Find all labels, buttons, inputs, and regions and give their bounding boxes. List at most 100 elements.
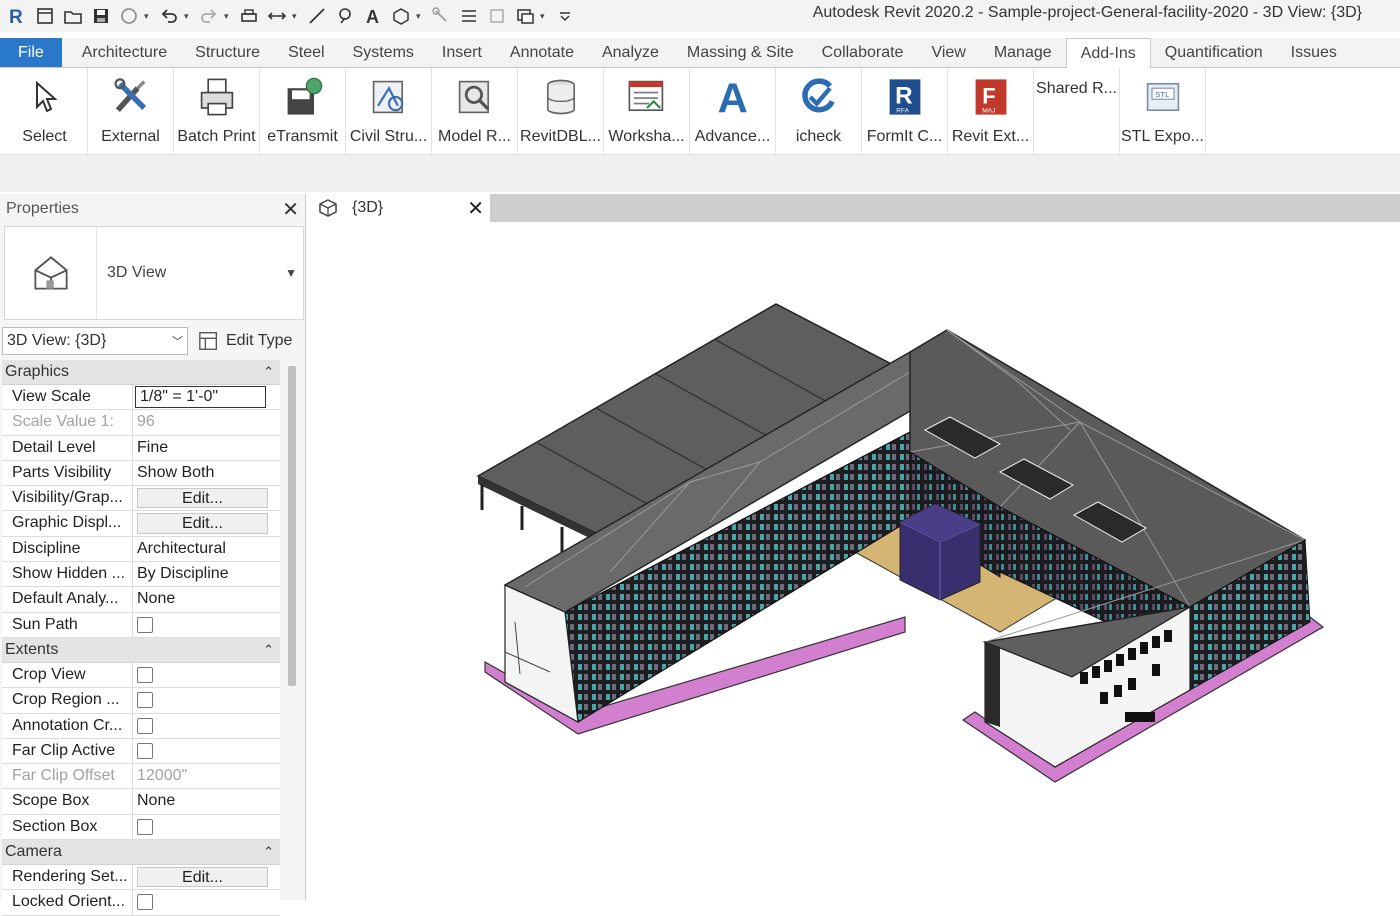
properties-section-graphics[interactable]: Graphics ⌃ [2, 360, 280, 385]
print-icon[interactable] [236, 3, 262, 29]
property-checkbox[interactable] [137, 894, 153, 911]
customize-qat-icon[interactable] [552, 3, 578, 29]
property-value[interactable]: Architectural [133, 537, 264, 561]
formit-icon: R RFA [882, 74, 928, 120]
properties-header: Properties ✕ [0, 194, 305, 224]
property-checkbox[interactable] [137, 666, 153, 683]
civil-structure-button[interactable]: Civil Stru... [346, 68, 432, 154]
ribbon-panel: Select External Batch Print eTransmit Ci… [0, 68, 1400, 154]
tab-steel[interactable]: Steel [274, 38, 338, 67]
tab-collaborate[interactable]: Collaborate [808, 38, 918, 67]
chevron-down-icon[interactable]: ▾ [144, 11, 154, 22]
tab-structure[interactable]: Structure [181, 38, 274, 67]
property-key: Crop View [2, 662, 133, 688]
dimension-icon[interactable] [304, 3, 330, 29]
property-row: Default Analy... None [2, 587, 280, 613]
chevron-down-icon[interactable]: ▾ [184, 11, 194, 22]
revit-logo-icon[interactable]: R [4, 3, 30, 29]
thin-lines-icon[interactable] [456, 3, 482, 29]
view-instance-select[interactable]: 3D View: {3D} ﹀ [2, 327, 188, 355]
property-value[interactable]: 1/8" = 1'-0" [135, 386, 266, 409]
tab-issues[interactable]: Issues [1277, 38, 1351, 67]
tab-manage[interactable]: Manage [980, 38, 1066, 67]
redo-icon[interactable] [196, 3, 222, 29]
tab-quantification[interactable]: Quantification [1151, 38, 1277, 67]
property-checkbox[interactable] [137, 818, 153, 835]
model-review-icon [452, 74, 498, 120]
undo-icon[interactable] [156, 3, 182, 29]
property-value[interactable]: None [133, 789, 264, 813]
chevron-down-icon[interactable]: ▾ [224, 11, 234, 22]
property-checkbox[interactable] [137, 742, 153, 759]
revit-extension-label: Revit Ext... [951, 128, 1030, 145]
shared-button[interactable]: Shared R... [1034, 68, 1120, 154]
tab-file[interactable]: File [0, 38, 62, 67]
properties-scrollbar[interactable] [288, 366, 296, 686]
tab-insert[interactable]: Insert [428, 38, 496, 67]
tab-annotate[interactable]: Annotate [496, 38, 588, 67]
property-value[interactable]: None [133, 587, 264, 611]
close-icon[interactable]: ✕ [282, 197, 299, 222]
batch-print-button[interactable]: Batch Print [174, 68, 260, 154]
default-3d-view-icon[interactable] [388, 3, 414, 29]
chevron-down-icon[interactable]: ▾ [292, 11, 302, 22]
property-value[interactable]: Show Both [133, 461, 264, 485]
check-icon [796, 74, 842, 120]
ribbon-tabs: File Architecture Structure Steel System… [0, 38, 1400, 69]
close-hidden-icon[interactable] [484, 3, 510, 29]
view-tab-bar: {3D} ✕ [310, 194, 1400, 222]
external-button[interactable]: External [88, 68, 174, 154]
property-edit-button[interactable]: Edit... [137, 488, 268, 509]
icheck-button[interactable]: icheck [776, 68, 862, 154]
tab-massing-site[interactable]: Massing & Site [673, 38, 808, 67]
property-checkbox[interactable] [137, 616, 153, 633]
model-review-label: Model R... [438, 128, 511, 145]
property-value[interactable]: Fine [133, 436, 264, 460]
open-icon[interactable] [60, 3, 86, 29]
close-icon[interactable]: ✕ [467, 196, 484, 221]
dropdown-arrow-icon[interactable]: ▼ [285, 266, 297, 280]
edit-type-button[interactable]: Edit Type [198, 330, 292, 352]
property-edit-button[interactable]: Edit... [137, 867, 268, 888]
model-review-button[interactable]: Model R... [432, 68, 518, 154]
sync-icon[interactable] [116, 3, 142, 29]
measure-icon[interactable] [264, 3, 290, 29]
property-checkbox[interactable] [137, 717, 153, 734]
switch-windows-icon[interactable] [512, 3, 538, 29]
collapse-icon[interactable]: ⌃ [263, 844, 274, 860]
tag-icon[interactable] [332, 3, 358, 29]
tab-view[interactable]: View [917, 38, 979, 67]
collapse-icon[interactable]: ⌃ [263, 642, 274, 658]
property-value[interactable]: By Discipline [133, 562, 264, 586]
properties-section-extents[interactable]: Extents ⌃ [2, 637, 280, 663]
etransmit-button[interactable]: eTransmit [260, 68, 346, 154]
property-key: Sun Path [2, 612, 133, 637]
revit-extension-button[interactable]: F MAJ Revit Ext... [948, 68, 1034, 154]
advance-steel-button[interactable]: A Advance... [690, 68, 776, 154]
tab-add-ins[interactable]: Add-Ins [1065, 38, 1151, 69]
property-row: Visibility/Grap... Edit... [2, 486, 280, 512]
property-checkbox[interactable] [137, 692, 153, 709]
tab-systems[interactable]: Systems [339, 38, 428, 67]
section-icon[interactable] [428, 3, 454, 29]
properties-section-camera[interactable]: Camera ⌃ [2, 840, 280, 866]
save-icon[interactable] [88, 3, 114, 29]
stl-export-button[interactable]: STL STL Expo... [1120, 68, 1206, 154]
select-button[interactable]: Select [2, 68, 88, 154]
formit-button[interactable]: R RFA FormIt C... [862, 68, 948, 154]
advance-steel-label: Advance... [694, 128, 771, 145]
worksharing-button[interactable]: Worksha... [604, 68, 690, 154]
3d-view-canvas[interactable] [310, 222, 1400, 900]
revitdblink-button[interactable]: RevitDBL... [518, 68, 604, 154]
property-key: Scope Box [2, 789, 133, 814]
tab-architecture[interactable]: Architecture [68, 38, 181, 67]
chevron-down-icon[interactable]: ▾ [416, 11, 426, 22]
text-icon[interactable]: A [360, 3, 386, 29]
collapse-icon[interactable]: ⌃ [263, 364, 274, 380]
home-icon[interactable] [32, 3, 58, 29]
chevron-down-icon[interactable]: ▾ [540, 11, 550, 22]
view-tab-3d[interactable]: {3D} ✕ [310, 194, 490, 222]
type-selector[interactable]: 3D View ▼ [4, 226, 304, 320]
tab-analyze[interactable]: Analyze [588, 38, 673, 67]
property-edit-button[interactable]: Edit... [137, 513, 268, 534]
